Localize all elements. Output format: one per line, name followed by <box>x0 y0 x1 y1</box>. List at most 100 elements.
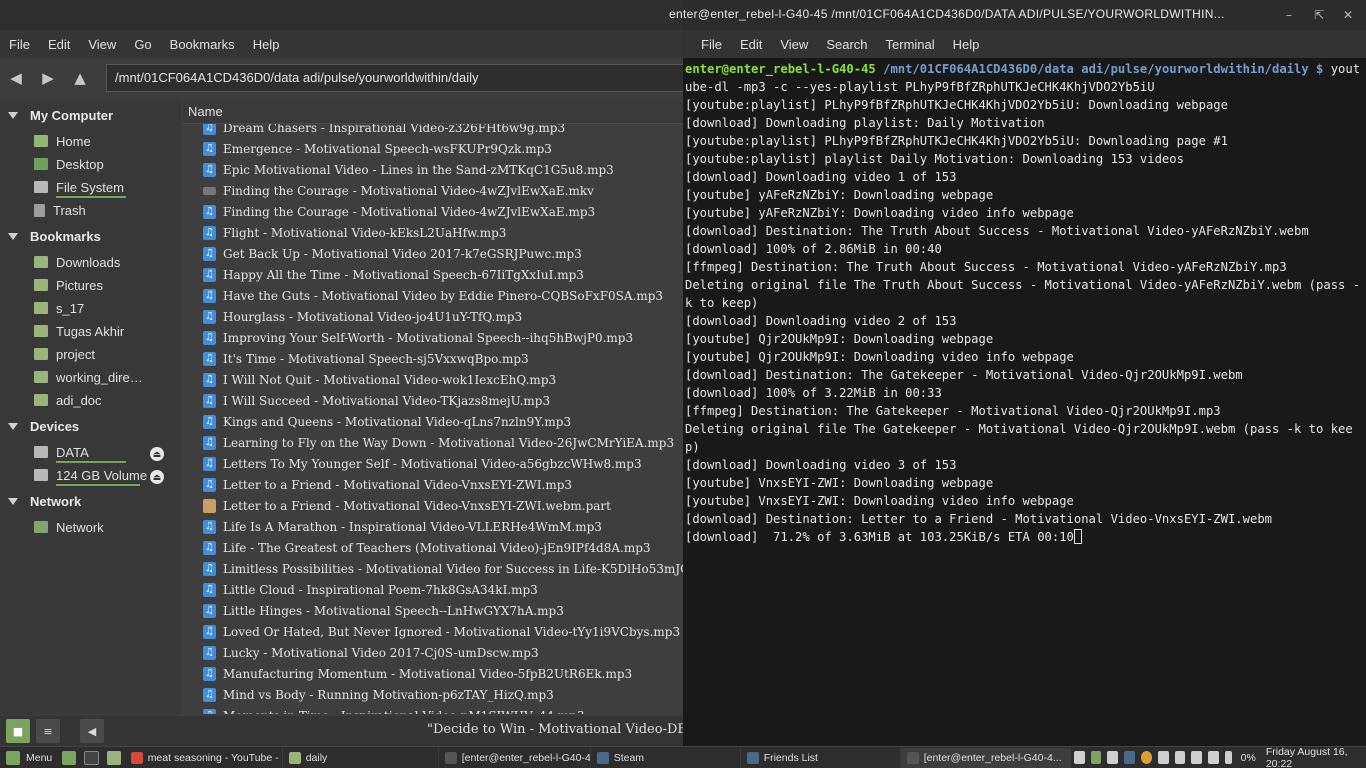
section-network[interactable]: Network <box>8 491 81 511</box>
section-devices[interactable]: Devices <box>8 416 79 436</box>
sidebar-item-trash[interactable]: Trash <box>34 200 174 220</box>
eject-icon[interactable]: ⏏ <box>150 470 164 484</box>
file-row[interactable]: ♫ Manufacturing Momentum - Motivational V… <box>183 663 683 684</box>
sidebar-item-project[interactable]: project <box>34 344 174 364</box>
clock[interactable]: Friday August 16, 20:22 <box>1266 746 1358 768</box>
close-icon[interactable]: ✕ <box>1339 6 1357 24</box>
show-places-button[interactable]: ■ <box>6 719 30 743</box>
file-manager-titlebar[interactable] <box>0 0 683 30</box>
file-row[interactable]: ♫ I Will Not Quit - Motivational Video-wo… <box>183 369 683 390</box>
file-row[interactable]: ♫ Letters To My Younger Self - Motivation… <box>183 453 683 474</box>
file-row[interactable]: ♫ Moments in Time - Inspirational Video-p… <box>183 705 683 714</box>
file-name: Loved Or Hated, But Never Ignored - Moti… <box>223 624 681 639</box>
menu-file[interactable]: File <box>692 37 731 52</box>
wifi-icon[interactable] <box>1191 751 1203 764</box>
file-row[interactable]: ♫ Letter to a Friend - Motivational Video… <box>183 474 683 495</box>
chrome-icon[interactable] <box>1140 751 1152 764</box>
file-row[interactable]: ♫ It's Time - Motivational Speech-sj5Vxxw… <box>183 348 683 369</box>
minimize-icon[interactable]: – <box>1280 6 1298 24</box>
file-row[interactable]: ♫ Kings and Queens - Motivational Video-q… <box>183 411 683 432</box>
taskbar-window-button[interactable]: daily <box>283 747 439 768</box>
terminal-launcher-icon[interactable] <box>84 750 99 765</box>
column-header-name[interactable]: Name <box>183 100 683 124</box>
update-icon[interactable] <box>1107 751 1119 764</box>
file-row[interactable]: ♫ I Will Succeed - Motivational Video-TKj… <box>183 390 683 411</box>
sidebar-item-home[interactable]: Home <box>34 131 174 151</box>
sidebar-item-working-dir[interactable]: working_dire… <box>34 367 174 387</box>
clipboard-icon[interactable] <box>1157 751 1169 764</box>
file-row[interactable]: ♫ Epic Motivational Video - Lines in the … <box>183 159 683 180</box>
menu-search[interactable]: Search <box>817 37 876 52</box>
file-row[interactable]: ♫ Lucky - Motivational Video 2017-Cj0S-um… <box>183 642 683 663</box>
sidebar-item-tugas-akhir[interactable]: Tugas Akhir <box>34 321 174 341</box>
user-icon[interactable] <box>1174 751 1186 764</box>
menu-help[interactable]: Help <box>944 37 989 52</box>
file-row[interactable]: ♫ Little Cloud - Inspirational Poem-7hk8G… <box>183 579 683 600</box>
start-menu-button[interactable]: Menu <box>0 747 58 768</box>
menu-help[interactable]: Help <box>244 37 289 52</box>
hide-sidebar-button[interactable]: ◀ <box>80 719 104 743</box>
file-row[interactable]: ♫ Learning to Fly on the Way Down - Motiv… <box>183 432 683 453</box>
steam-icon[interactable] <box>1124 751 1135 764</box>
eject-icon[interactable]: ⏏ <box>150 447 164 461</box>
file-row[interactable]: ♫ Limitless Possibilities - Motivational … <box>183 558 683 579</box>
menu-view[interactable]: View <box>79 37 125 52</box>
taskbar-window-button[interactable]: [enter@enter_rebel-l-G40-4... <box>900 747 1071 768</box>
location-bar[interactable]: /mnt/01CF064A1CD436D0/data adi/pulse/you… <box>106 64 683 92</box>
file-row[interactable]: ♫ Have the Guts - Motivational Video by E… <box>183 285 683 306</box>
audio-file-icon: ♫ <box>203 603 216 618</box>
show-treeview-button[interactable]: ≡ <box>36 719 60 743</box>
show-desktop-icon[interactable] <box>62 750 77 765</box>
sidebar-item-file-system[interactable]: File System <box>34 177 174 197</box>
section-bookmarks[interactable]: Bookmarks <box>8 226 101 246</box>
file-row[interactable]: ♫ Improving Your Self-Worth - Motivationa… <box>183 327 683 348</box>
sidebar-item-downloads[interactable]: Downloads <box>34 252 174 272</box>
file-row[interactable]: ♫ Life - The Greatest of Teachers (Motiva… <box>183 537 683 558</box>
files-launcher-icon[interactable] <box>106 750 121 765</box>
file-row[interactable]: ♫ Hourglass - Motivational Video-jo4U1uY-… <box>183 306 683 327</box>
file-row[interactable]: Letter to a Friend - Motivational Video-… <box>183 495 683 516</box>
up-arrow-icon[interactable]: ▲ <box>64 63 96 93</box>
file-row[interactable]: Finding the Courage - Motivational Video… <box>183 180 683 201</box>
taskbar-window-button[interactable]: meat seasoning - YouTube - ... <box>125 747 283 768</box>
file-row[interactable]: ♫ Life Is A Marathon - Inspirational Vide… <box>183 516 683 537</box>
menu-edit[interactable]: Edit <box>39 37 79 52</box>
file-row[interactable]: ♫ Loved Or Hated, But Never Ignored - Mot… <box>183 621 683 642</box>
taskbar: Menu meat seasoning - YouTube - ... daily… <box>0 746 1366 768</box>
menu-file[interactable]: File <box>0 37 39 52</box>
file-row[interactable]: ♫ Finding the Courage - Motivational Vide… <box>183 201 683 222</box>
menu-terminal[interactable]: Terminal <box>877 37 944 52</box>
file-row[interactable]: ♫ Happy All the Time - Motivational Speec… <box>183 264 683 285</box>
terminal-output[interactable]: enter@enter_rebel-l-G40-45 /mnt/01CF064A… <box>685 60 1361 546</box>
menu-edit[interactable]: Edit <box>731 37 771 52</box>
shield-icon[interactable] <box>1090 751 1102 764</box>
battery-icon[interactable] <box>1225 751 1232 764</box>
menu-go[interactable]: Go <box>125 37 160 52</box>
maximize-icon[interactable]: ⇱ <box>1310 6 1328 24</box>
file-name: Finding the Courage - Motivational Video… <box>223 183 594 198</box>
file-row[interactable]: ♫ Flight - Motivational Video-kEksL2UaHfw… <box>183 222 683 243</box>
sidebar-item-network[interactable]: Network <box>34 517 174 537</box>
sidebar-item-s17[interactable]: s_17 <box>34 298 174 318</box>
back-arrow-icon[interactable]: ◀ <box>0 63 32 93</box>
sidebar-item-adi-doc[interactable]: adi_doc <box>34 390 174 410</box>
menu-bookmarks[interactable]: Bookmarks <box>161 37 244 52</box>
file-row[interactable]: ♫ Get Back Up - Motivational Video 2017-k… <box>183 243 683 264</box>
file-name: I Will Succeed - Motivational Video-TKja… <box>223 393 551 408</box>
menu-view[interactable]: View <box>771 37 817 52</box>
forward-arrow-icon[interactable]: ▶ <box>32 63 64 93</box>
tools-icon[interactable] <box>1073 751 1085 764</box>
volume-icon[interactable] <box>1208 751 1219 764</box>
taskbar-window-button[interactable]: Steam <box>591 747 741 768</box>
taskbar-window-button[interactable]: [enter@enter_rebel-l-G40-4... <box>439 747 591 768</box>
section-my-computer[interactable]: My Computer <box>8 105 113 125</box>
taskbar-window-button[interactable]: Friends List <box>741 747 901 768</box>
file-row[interactable]: ♫ Emergence - Motivational Speech-wsFKUPr… <box>183 138 683 159</box>
terminal-titlebar[interactable]: enter@enter_rebel-l-G40-45 /mnt/01CF064A… <box>669 0 1366 30</box>
audio-file-icon: ♫ <box>203 645 216 660</box>
file-name: Little Hinges - Motivational Speech--LnH… <box>223 603 564 618</box>
sidebar-item-desktop[interactable]: Desktop <box>34 154 174 174</box>
file-row[interactable]: ♫ Little Hinges - Motivational Speech--Ln… <box>183 600 683 621</box>
sidebar-item-pictures[interactable]: Pictures <box>34 275 174 295</box>
file-row[interactable]: ♫ Mind vs Body - Running Motivation-p6zTA… <box>183 684 683 705</box>
